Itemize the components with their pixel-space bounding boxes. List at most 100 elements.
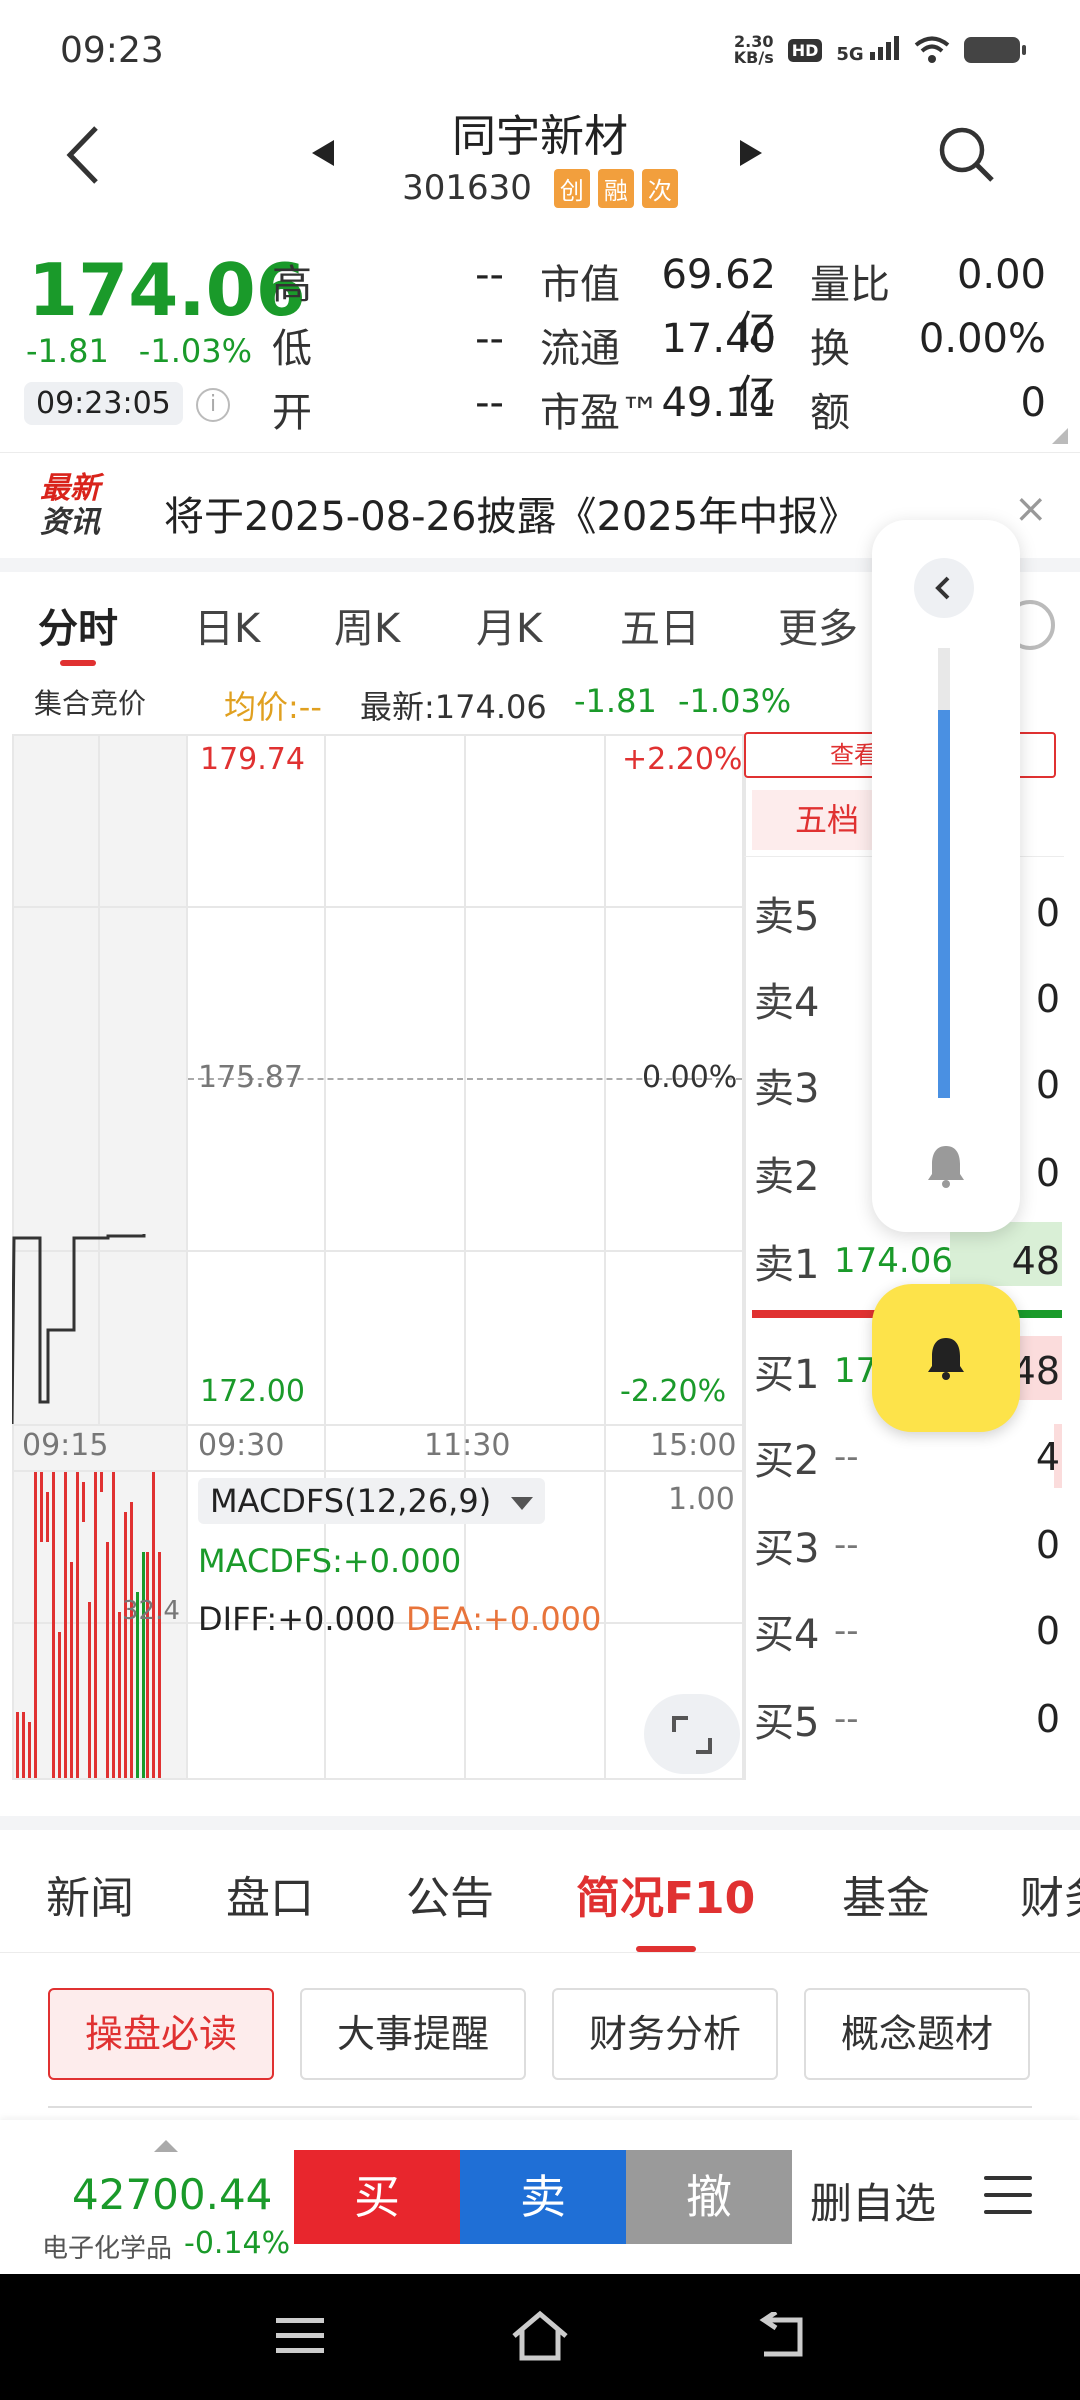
bid-vol: 0 (1035, 1697, 1060, 1741)
price-change: -1.81 -1.03% (26, 332, 252, 370)
tab-fund[interactable]: 基金 (842, 1862, 930, 1926)
bid-label: 买4 (754, 1612, 820, 1658)
axis-low: 172.00 (200, 1374, 305, 1409)
orderbook-divider (744, 734, 746, 1780)
network-type: 5G (836, 43, 864, 65)
bid-row-4: 买4 -- 0 (754, 1588, 1064, 1674)
wifi-icon (914, 36, 950, 63)
tab-announcements[interactable]: 公告 (406, 1862, 494, 1926)
tab-intraday[interactable]: 分时 (38, 596, 118, 654)
bid-row-5: 买5 -- 0 (754, 1676, 1064, 1762)
bid-price: -- (834, 1699, 859, 1739)
tab-news[interactable]: 新闻 (46, 1862, 134, 1926)
bid-vol: 0 (1035, 1609, 1060, 1653)
remove-favorite-button[interactable]: 删自选 (810, 2170, 936, 2231)
stat-high-value: -- (475, 252, 504, 298)
auction-label: 集合竞价 (34, 687, 147, 720)
zoom-slider-panel[interactable] (872, 520, 1020, 1232)
axis-mid: 175.87 (198, 1060, 303, 1095)
stat-high-label: 高 (272, 262, 312, 308)
dea-value: DEA:+0.000 (406, 1600, 602, 1638)
latest-change: -1.81 (574, 682, 657, 720)
tab-weekly-k[interactable]: 周K (334, 596, 400, 654)
macd-selector[interactable]: MACDFS(12,26,9) (198, 1478, 546, 1524)
sell-button[interactable]: 卖 (460, 2150, 626, 2244)
buy-button[interactable]: 买 (294, 2150, 460, 2244)
info-icon[interactable]: i (196, 388, 230, 422)
chevron-down-icon (511, 1496, 534, 1510)
news-logo: 最新 资讯 (40, 472, 100, 540)
macd-max: 1.00 (668, 1482, 735, 1517)
expand-corner-icon[interactable] (1052, 428, 1068, 444)
price-alert-button[interactable] (872, 1284, 1020, 1432)
tab-more[interactable]: 更多 (778, 596, 858, 654)
tab-daily-k[interactable]: 日K (194, 596, 260, 654)
chip-financial-analysis[interactable]: 财务分析 (552, 1988, 778, 2080)
ask-vol: 48 (1011, 1239, 1060, 1283)
bell-icon (928, 1338, 964, 1380)
axis-mid-pct: 0.00% (642, 1060, 738, 1095)
intraday-chart[interactable]: 179.74 +2.20% 175.87 0.00% 172.00 -2.20%… (12, 734, 744, 1780)
collapse-button[interactable] (914, 558, 974, 618)
bell-icon[interactable] (924, 1142, 968, 1188)
menu-icon[interactable] (984, 2176, 1032, 2216)
status-icons: 2.30 KB/s HD 5G (734, 34, 1026, 66)
chip-events[interactable]: 大事提醒 (300, 1988, 526, 2080)
status-time: 09:23 (60, 30, 164, 71)
market-cap-label: 市值 (540, 262, 620, 308)
quote-time: 09:23:05 (24, 382, 183, 425)
time-1130: 11:30 (424, 1428, 511, 1463)
stat-open-label: 开 (272, 390, 312, 436)
tab-monthly-k[interactable]: 月K (476, 596, 542, 654)
close-icon[interactable]: × (1014, 486, 1048, 532)
stat-low-label: 低 (272, 326, 312, 372)
pe-value: 49.11 (661, 380, 776, 426)
tab-orderbook[interactable]: 盘口 (226, 1862, 314, 1926)
bid-label: 买1 (754, 1352, 820, 1398)
home-icon[interactable] (510, 2310, 570, 2362)
news-banner-text[interactable]: 将于2025-08-26披露《2025年中报》 (164, 484, 858, 542)
tab-five-day[interactable]: 五日 (620, 596, 700, 654)
latest-price: 最新:174.06 (360, 688, 547, 726)
slider-fill (938, 710, 950, 1098)
time-1500: 15:00 (650, 1428, 737, 1463)
bid-price: -- (834, 1437, 859, 1477)
cancel-order-button[interactable]: 撤 (626, 2150, 792, 2244)
chip-concepts[interactable]: 概念题材 (804, 1988, 1030, 2080)
tab-finance[interactable]: 财务 (1020, 1862, 1080, 1926)
signal-icon: 5G (836, 35, 900, 65)
time-0915: 09:15 (22, 1428, 109, 1463)
hd-icon: HD (787, 38, 823, 62)
back-nav-icon[interactable] (756, 2312, 808, 2360)
fullscreen-icon (672, 1716, 712, 1754)
search-icon[interactable] (936, 124, 996, 184)
auction-price-line (12, 1234, 146, 1424)
amount-value: 0 (1020, 380, 1046, 426)
expand-caret-icon[interactable] (154, 2140, 178, 2152)
change-value: -1.81 (26, 332, 109, 370)
ask-label: 卖3 (754, 1066, 820, 1112)
avg-price: 均价:-- (224, 688, 322, 726)
change-percent: -1.03% (138, 332, 252, 370)
volume-label: 32.4 (122, 1596, 180, 1626)
recents-icon[interactable] (274, 2314, 326, 2358)
tag-ci: 次 (641, 168, 678, 208)
index-value[interactable]: 42700.44 (72, 2170, 272, 2219)
tab-underline (60, 660, 96, 666)
tag-rong: 融 (597, 168, 634, 208)
fullscreen-button[interactable] (644, 1694, 740, 1774)
latest-change-pct: -1.03% (678, 682, 792, 720)
stock-code-row: 301630 创 融 次 (0, 168, 1080, 208)
axis-high: 179.74 (200, 742, 305, 777)
news-logo-top: 最新 (40, 471, 100, 506)
bid-label: 买3 (754, 1526, 820, 1572)
turnover-label: 换 (810, 326, 850, 372)
macd-title: MACDFS(12,26,9) (210, 1482, 492, 1520)
chip-trading-guide[interactable]: 操盘必读 (48, 1988, 274, 2080)
stock-name: 同宇新材 (452, 111, 628, 162)
tab-f10[interactable]: 简况F10 (576, 1862, 755, 1926)
turnover-value: 0.00% (918, 316, 1046, 362)
ask-label: 卖4 (754, 980, 820, 1026)
current-price: 174.06 (28, 248, 306, 332)
index-name: 电子化学品 (42, 2234, 173, 2264)
